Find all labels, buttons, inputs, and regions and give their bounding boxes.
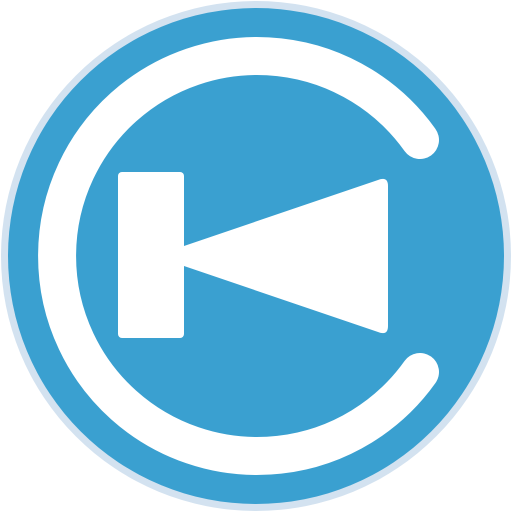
- logo-bar: [118, 172, 184, 338]
- app-logo-icon: [1, 1, 511, 511]
- logo-canvas: [0, 0, 512, 512]
